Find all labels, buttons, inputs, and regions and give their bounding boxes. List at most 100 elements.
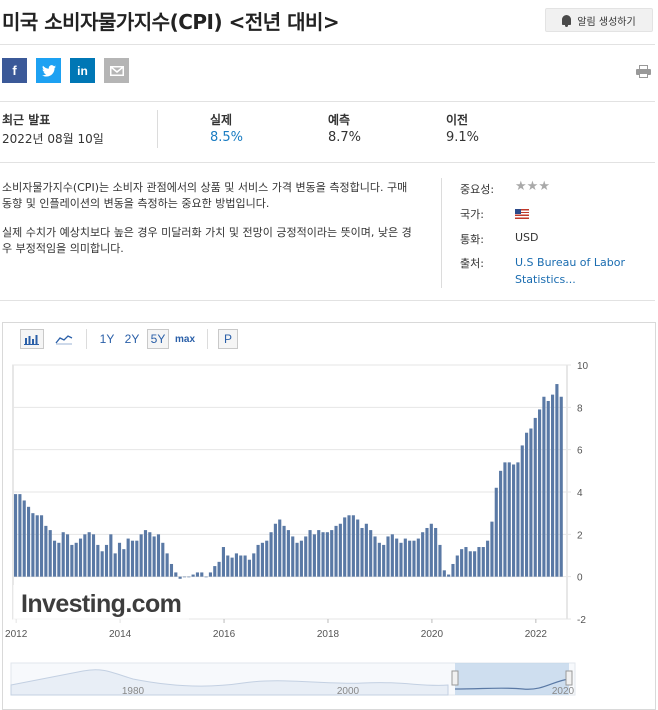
print-icon[interactable] bbox=[636, 65, 651, 78]
bar bbox=[135, 540, 139, 577]
twitter-share-button[interactable] bbox=[36, 58, 61, 83]
time-navigator[interactable]: 1980 2000 2020 bbox=[10, 662, 576, 697]
recent-release-date: 2022년 08월 10일 bbox=[2, 132, 104, 146]
bar bbox=[525, 432, 529, 577]
bar bbox=[282, 525, 286, 577]
bar bbox=[273, 523, 277, 577]
source-label: 출처: bbox=[460, 257, 484, 270]
bar bbox=[117, 542, 122, 577]
bar bbox=[200, 572, 204, 577]
actual-value: 8.5% bbox=[210, 130, 244, 145]
bar bbox=[529, 428, 533, 577]
bar bbox=[104, 544, 109, 577]
bar bbox=[26, 506, 31, 577]
bar bbox=[403, 538, 407, 577]
description-paragraph: 소비자물가지수(CPI)는 소비자 관점에서의 상품 및 서비스 가격 변동을 … bbox=[2, 181, 408, 210]
y-tick-label: 4 bbox=[577, 488, 583, 499]
bar bbox=[377, 542, 381, 577]
bar bbox=[109, 534, 113, 577]
bar bbox=[338, 523, 342, 577]
x-tick-label: 2016 bbox=[213, 629, 236, 640]
country-label: 국가: bbox=[460, 208, 484, 221]
bar bbox=[351, 515, 355, 577]
x-tick-label: 2018 bbox=[317, 629, 340, 640]
forecast-value: 8.7% bbox=[328, 130, 362, 145]
bar bbox=[343, 517, 347, 577]
bar bbox=[408, 540, 412, 577]
bar bbox=[486, 540, 490, 577]
y-tick-label: 10 bbox=[577, 361, 589, 372]
bar bbox=[386, 536, 390, 577]
previous-label: 이전 bbox=[446, 113, 469, 127]
bar bbox=[65, 534, 70, 577]
bar bbox=[22, 500, 26, 577]
bar bbox=[239, 555, 243, 577]
bar bbox=[18, 494, 22, 577]
bar bbox=[399, 542, 403, 577]
bar bbox=[260, 542, 264, 577]
bar bbox=[551, 394, 555, 577]
bar bbox=[299, 540, 303, 577]
bar bbox=[499, 470, 503, 577]
bar bbox=[507, 462, 511, 577]
bar bbox=[490, 521, 494, 577]
chart-container: 1Y 2Y 5Y max P 10 8 6 4 2 0 -2 2012 2014 2016 2018… bbox=[2, 322, 656, 710]
bar bbox=[429, 523, 433, 577]
navigator-tick-label: 1980 bbox=[122, 686, 145, 697]
bar bbox=[434, 527, 438, 577]
bar bbox=[243, 555, 247, 577]
facebook-share-button[interactable]: f bbox=[2, 58, 27, 83]
bar bbox=[360, 527, 364, 577]
bar bbox=[14, 494, 18, 577]
mail-icon bbox=[109, 65, 124, 76]
bar bbox=[187, 576, 191, 578]
star-icon: ★ bbox=[515, 179, 527, 194]
importance-stars: ★★★ bbox=[515, 179, 550, 194]
bar bbox=[291, 536, 295, 577]
page-header: 미국 소비자물가지수(CPI) <전년 대비> 알림 생성하기 bbox=[0, 0, 658, 44]
bar bbox=[256, 544, 260, 577]
bar bbox=[174, 572, 178, 577]
stats-divider bbox=[157, 110, 158, 148]
divider bbox=[0, 162, 655, 163]
bar bbox=[52, 540, 57, 577]
release-stats: 최근 발표 2022년 08월 10일 실제 8.5% 예측 8.7% 이전 9… bbox=[0, 103, 655, 160]
facebook-icon: f bbox=[12, 63, 17, 78]
bar bbox=[221, 547, 225, 577]
navigator-tick-label: 2020 bbox=[552, 686, 575, 697]
x-tick-label: 2022 bbox=[525, 629, 548, 640]
bar bbox=[204, 576, 208, 578]
bar bbox=[139, 534, 143, 577]
country-row: 국가: bbox=[460, 206, 529, 222]
bar bbox=[447, 574, 451, 577]
bar bbox=[35, 515, 39, 577]
bar bbox=[74, 542, 78, 577]
linkedin-icon: in bbox=[77, 63, 88, 78]
bar bbox=[512, 464, 516, 577]
create-alert-button[interactable]: 알림 생성하기 bbox=[545, 8, 653, 32]
bar bbox=[217, 561, 221, 577]
bar bbox=[477, 547, 481, 577]
navigator-handle bbox=[451, 670, 459, 686]
bar bbox=[182, 576, 187, 578]
bar bbox=[208, 572, 213, 577]
bar bbox=[416, 538, 420, 577]
bar bbox=[438, 544, 442, 577]
bar bbox=[473, 551, 477, 577]
y-tick-label: 2 bbox=[577, 530, 583, 541]
bar bbox=[191, 574, 195, 577]
linkedin-share-button[interactable]: in bbox=[70, 58, 95, 83]
bar bbox=[156, 534, 161, 577]
source-link[interactable]: U.S Bureau of Labor Statistics... bbox=[515, 254, 645, 288]
bar bbox=[503, 462, 507, 577]
divider bbox=[0, 300, 655, 301]
previous-value: 9.1% bbox=[446, 130, 480, 145]
email-share-button[interactable] bbox=[104, 58, 129, 83]
bar bbox=[347, 515, 351, 577]
bar bbox=[308, 530, 312, 577]
bar bbox=[96, 544, 100, 577]
bar bbox=[464, 547, 468, 577]
create-alert-label: 알림 생성하기 bbox=[577, 16, 636, 28]
bar bbox=[61, 532, 65, 577]
source-row: 출처: U.S Bureau of Labor Statistics... bbox=[460, 255, 625, 286]
